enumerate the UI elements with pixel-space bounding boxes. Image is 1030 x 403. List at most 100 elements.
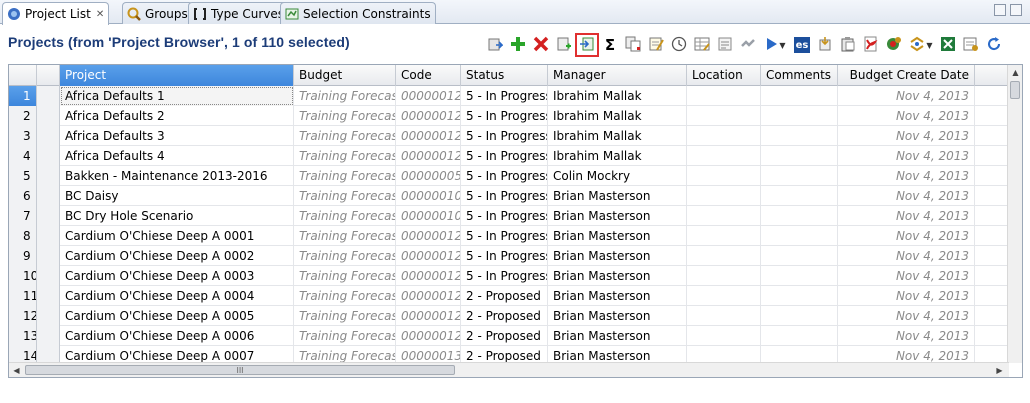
header-location[interactable]: Location [687, 65, 761, 86]
cell-budget[interactable]: Training Forecast [294, 126, 396, 146]
cell-comments[interactable] [761, 126, 838, 146]
swap-button[interactable]: ▼ [906, 34, 936, 56]
row-selector[interactable] [37, 106, 60, 126]
cell-manager[interactable]: Colin Mockry [548, 166, 687, 186]
tab-selection-constraints[interactable]: Selection Constraints [280, 2, 436, 24]
cell-location[interactable] [687, 226, 761, 246]
cell-budget[interactable]: Training Forecast [294, 266, 396, 286]
row-number[interactable]: 9 [9, 246, 37, 266]
row-selector[interactable] [37, 306, 60, 326]
cell-budget-create-date[interactable]: Nov 4, 2013 [838, 106, 975, 126]
export-button[interactable] [575, 33, 599, 57]
header-code[interactable]: Code [396, 65, 461, 86]
cell-location[interactable] [687, 246, 761, 266]
row-selector[interactable] [37, 226, 60, 246]
cell-location[interactable] [687, 146, 761, 166]
grid-view-button[interactable] [691, 34, 713, 56]
header-status[interactable]: Status [461, 65, 548, 86]
cell-manager[interactable]: Brian Masterson [548, 326, 687, 346]
row-number[interactable]: 5 [9, 166, 37, 186]
cell-project[interactable]: Africa Defaults 3 [60, 126, 294, 146]
cell-code[interactable]: 000000104 [396, 206, 461, 226]
cell-status[interactable]: 5 - In Progress [461, 146, 548, 166]
cell-project[interactable]: Africa Defaults 1 [60, 86, 294, 106]
cell-budget[interactable]: Training Forecast [294, 186, 396, 206]
vertical-scroll-thumb[interactable] [1010, 81, 1020, 99]
cell-status[interactable]: 5 - In Progress [461, 266, 548, 286]
cell-location[interactable] [687, 186, 761, 206]
row-number[interactable]: 12 [9, 306, 37, 326]
row-number[interactable]: 3 [9, 126, 37, 146]
edit-notes-button[interactable] [645, 34, 667, 56]
database-button[interactable] [883, 34, 905, 56]
cell-code[interactable]: 000000128 [396, 306, 461, 326]
delete-button[interactable] [530, 34, 552, 56]
cell-comments[interactable] [761, 226, 838, 246]
cell-location[interactable] [687, 326, 761, 346]
cell-comments[interactable] [761, 326, 838, 346]
cell-manager[interactable]: Brian Masterson [548, 266, 687, 286]
cell-location[interactable] [687, 206, 761, 226]
table-row[interactable]: 2 Africa Defaults 2 Training Forecast 00000… [9, 106, 1009, 126]
table-row[interactable]: 3 Africa Defaults 3 Training Forecast 00000… [9, 126, 1009, 146]
table-row[interactable]: 9 Cardium O'Chiese Deep A 0002 Training Fo… [9, 246, 1009, 266]
cell-budget[interactable]: Training Forecast [294, 306, 396, 326]
tab-type-curves[interactable]: Type Curves [188, 2, 290, 24]
scroll-left-icon[interactable]: ◀ [9, 363, 24, 377]
sum-button[interactable]: Σ [599, 34, 621, 56]
cell-budget-create-date[interactable]: Nov 4, 2013 [838, 186, 975, 206]
cell-code[interactable]: 000000127 [396, 286, 461, 306]
cell-status[interactable]: 5 - In Progress [461, 226, 548, 246]
cell-comments[interactable] [761, 206, 838, 226]
row-selector[interactable] [37, 186, 60, 206]
cell-manager[interactable]: Brian Masterson [548, 286, 687, 306]
cell-status[interactable]: 5 - In Progress [461, 106, 548, 126]
table-row[interactable]: 4 Africa Defaults 4 Training Forecast 00000… [9, 146, 1009, 166]
cell-manager[interactable]: Brian Masterson [548, 206, 687, 226]
cell-code[interactable]: 000000058 [396, 166, 461, 186]
cell-status[interactable]: 5 - In Progress [461, 206, 548, 226]
cell-budget[interactable]: Training Forecast [294, 326, 396, 346]
row-selector[interactable] [37, 246, 60, 266]
refresh-button[interactable] [983, 34, 1005, 56]
cell-budget-create-date[interactable]: Nov 4, 2013 [838, 166, 975, 186]
cell-project[interactable]: Cardium O'Chiese Deep A 0006 [60, 326, 294, 346]
cell-code[interactable]: 000000122 [396, 126, 461, 146]
cell-comments[interactable] [761, 246, 838, 266]
cell-status[interactable]: 2 - Proposed [461, 306, 548, 326]
cell-budget-create-date[interactable]: Nov 4, 2013 [838, 306, 975, 326]
row-number[interactable]: 10 [9, 266, 37, 286]
es-button[interactable]: es [791, 34, 813, 56]
cell-project[interactable]: Africa Defaults 4 [60, 146, 294, 166]
cell-budget[interactable]: Training Forecast [294, 146, 396, 166]
cell-manager[interactable]: Ibrahim Mallak [548, 86, 687, 106]
cell-code[interactable]: 000000126 [396, 266, 461, 286]
row-number[interactable]: 2 [9, 106, 37, 126]
cell-budget[interactable]: Training Forecast [294, 206, 396, 226]
excel-button[interactable] [937, 34, 959, 56]
header-manager[interactable]: Manager [548, 65, 687, 86]
pdf-button[interactable] [860, 34, 882, 56]
table-row[interactable]: 8 Cardium O'Chiese Deep A 0001 Training Fo… [9, 226, 1009, 246]
cell-project[interactable]: Cardium O'Chiese Deep A 0004 [60, 286, 294, 306]
cell-comments[interactable] [761, 286, 838, 306]
copy-button[interactable] [622, 34, 644, 56]
add-to-group-button[interactable] [553, 34, 575, 56]
cell-code[interactable]: 000000129 [396, 326, 461, 346]
cell-location[interactable] [687, 286, 761, 306]
row-selector[interactable] [37, 146, 60, 166]
cell-budget-create-date[interactable]: Nov 4, 2013 [838, 86, 975, 106]
cell-budget-create-date[interactable]: Nov 4, 2013 [838, 326, 975, 346]
cell-status[interactable]: 5 - In Progress [461, 246, 548, 266]
cell-code[interactable]: 000000123 [396, 146, 461, 166]
row-number[interactable]: 7 [9, 206, 37, 226]
cell-budget-create-date[interactable]: Nov 4, 2013 [838, 206, 975, 226]
open-project-button[interactable] [484, 34, 506, 56]
row-number[interactable]: 4 [9, 146, 37, 166]
cell-code[interactable]: 000000103 [396, 186, 461, 206]
add-button[interactable] [507, 34, 529, 56]
table-row[interactable]: 12 Cardium O'Chiese Deep A 0005 Training F… [9, 306, 1009, 326]
row-selector[interactable] [37, 286, 60, 306]
cell-code[interactable]: 000000124 [396, 226, 461, 246]
row-selector[interactable] [37, 126, 60, 146]
